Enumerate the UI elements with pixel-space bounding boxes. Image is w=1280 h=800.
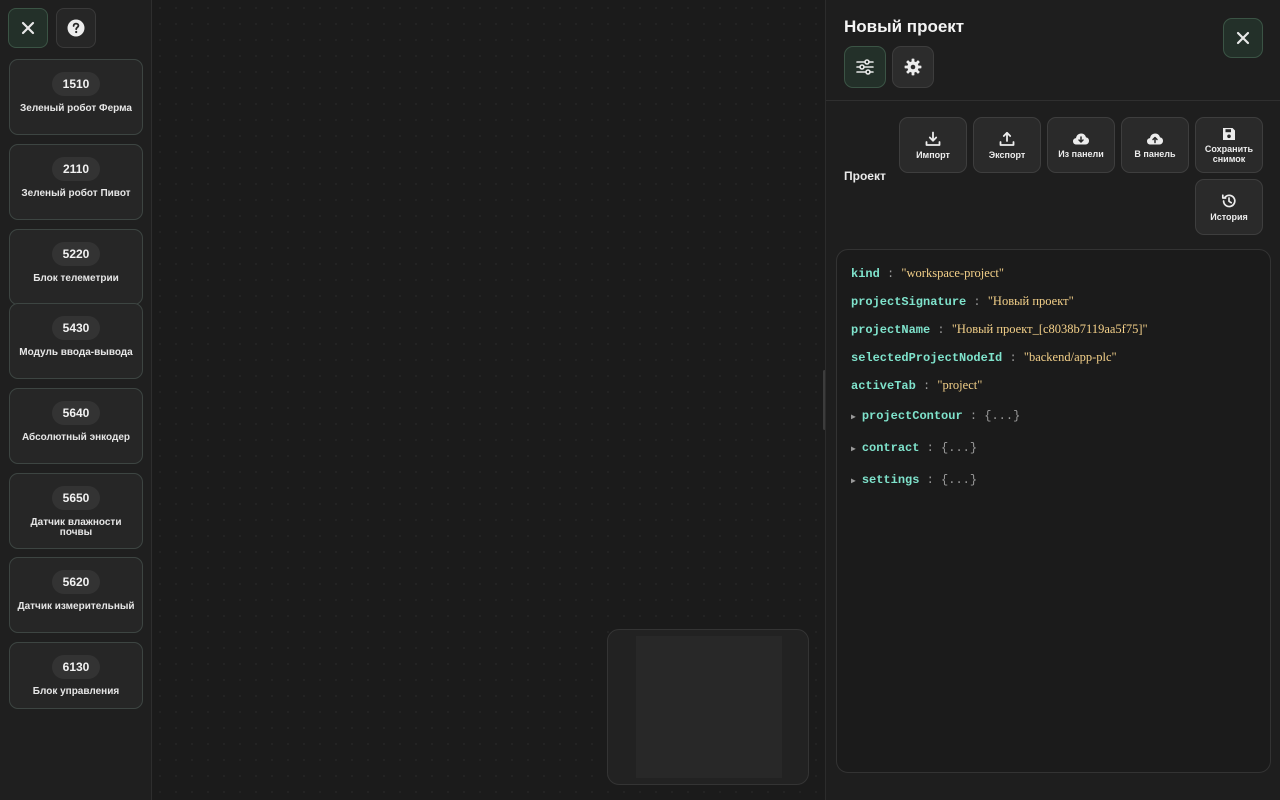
to-panel-label: В панель (1134, 148, 1176, 159)
json-row-kind: kind : "workspace-project" (851, 266, 1004, 281)
history-icon (1221, 193, 1236, 207)
node-palette-sidebar: 1510 Зеленый робот Ферма 2110 Зеленый ро… (0, 0, 152, 800)
node-label: Датчик измерительный (17, 601, 135, 612)
from-panel-label: Из панели (1058, 148, 1104, 159)
download-icon (925, 131, 941, 146)
project-json-viewer: kind : "workspace-project" projectSignat… (836, 249, 1271, 773)
floppy-disk-icon (1223, 127, 1235, 140)
close-sidebar-button[interactable] (8, 8, 48, 48)
json-row-settings[interactable]: ▶ settings : {...} (851, 473, 977, 487)
history-button[interactable]: История (1195, 179, 1263, 235)
node-label: Датчик влажности почвы (30, 517, 122, 538)
filters-button[interactable] (844, 46, 886, 88)
node-id-badge: 6130 (52, 655, 100, 679)
settings-button[interactable] (892, 46, 934, 88)
panel-title: Новый проект (844, 17, 965, 36)
expand-triangle-icon: ▶ (851, 413, 856, 422)
history-label: История (1210, 211, 1248, 222)
help-icon (67, 19, 85, 37)
node-card-5620[interactable]: 5620 Датчик измерительный (9, 557, 143, 633)
cloud-upload-icon (1147, 133, 1163, 144)
node-label: Абсолютный энкодер (21, 432, 131, 443)
node-label: Блок управления (32, 686, 120, 697)
node-card-5430[interactable]: 5430 Модуль ввода-вывода (9, 303, 143, 379)
node-id-badge: 2110 (52, 157, 100, 181)
export-button[interactable]: Экспорт (973, 117, 1041, 173)
json-row-project-signature: projectSignature : "Новый проект" (851, 294, 1074, 309)
json-row-project-contour[interactable]: ▶ projectContour : {...} (851, 409, 1020, 423)
cloud-download-icon (1073, 133, 1089, 144)
save-snapshot-label: Сохранить снимок (1204, 143, 1254, 164)
json-value: "Новый проект" (987, 294, 1074, 308)
node-label: Зеленый робот Пивот (21, 188, 131, 199)
node-card-6130[interactable]: 6130 Блок управления (9, 642, 143, 709)
close-icon (1236, 31, 1250, 45)
json-value: "backend/app-plc" (1023, 350, 1117, 364)
node-card-5220[interactable]: 5220 Блок телеметрии (9, 229, 143, 305)
json-collapsed-value: {...} (941, 441, 978, 455)
json-row-project-name: projectName : "Новый проект_[c8038b7119a… (851, 322, 1148, 337)
expand-triangle-icon: ▶ (851, 477, 856, 486)
json-key: projectSignature (851, 295, 967, 309)
json-row-contract[interactable]: ▶ contract : {...} (851, 441, 977, 455)
node-id-badge: 5650 (52, 486, 100, 510)
json-value: "project" (937, 378, 983, 392)
node-id-badge: 5220 (52, 242, 100, 266)
export-label: Экспорт (988, 149, 1026, 160)
from-panel-button[interactable]: Из панели (1047, 117, 1115, 173)
section-label-project: Проект (844, 169, 886, 183)
json-key: contract (861, 441, 920, 455)
upload-icon (999, 131, 1015, 146)
json-key: projectName (851, 323, 931, 337)
json-key: projectContour (861, 409, 963, 423)
save-snapshot-button[interactable]: Сохранить снимок (1195, 117, 1263, 173)
node-id-badge: 1510 (52, 72, 100, 96)
json-key: selectedProjectNodeId (851, 351, 1003, 365)
panel-header: Новый проект (826, 0, 1280, 101)
expand-triangle-icon: ▶ (851, 445, 856, 454)
close-panel-button[interactable] (1223, 18, 1263, 58)
json-value: "Новый проект_[c8038b7119aa5f75]" (951, 322, 1148, 336)
help-button[interactable] (56, 8, 96, 48)
node-card-5650[interactable]: 5650 Датчик влажности почвы (9, 473, 143, 549)
node-card-1510[interactable]: 1510 Зеленый робот Ферма (9, 59, 143, 135)
node-id-badge: 5640 (52, 401, 100, 425)
json-value: "workspace-project" (901, 266, 1004, 280)
to-panel-button[interactable]: В панель (1121, 117, 1189, 173)
node-label: Модуль ввода-вывода (19, 347, 133, 358)
import-label: Импорт (916, 149, 950, 160)
gear-icon (904, 58, 922, 76)
json-collapsed-value: {...} (984, 409, 1021, 423)
minimap-viewport[interactable] (636, 636, 782, 778)
workspace-canvas[interactable] (152, 0, 824, 800)
project-panel: Новый проект Проект Импорт Экспорт Из па… (825, 0, 1280, 800)
json-collapsed-value: {...} (941, 473, 978, 487)
sliders-icon (856, 59, 874, 75)
json-key: kind (851, 267, 880, 281)
node-card-2110[interactable]: 2110 Зеленый робот Пивот (9, 144, 143, 220)
node-card-5640[interactable]: 5640 Абсолютный энкодер (9, 388, 143, 464)
minimap[interactable] (607, 629, 809, 785)
json-row-selected-node: selectedProjectNodeId : "backend/app-plc… (851, 350, 1117, 365)
node-label: Зеленый робот Ферма (20, 103, 132, 114)
json-key: activeTab (851, 379, 916, 393)
import-button[interactable]: Импорт (899, 117, 967, 173)
close-icon (21, 21, 35, 35)
node-id-badge: 5430 (52, 316, 100, 340)
node-label: Блок телеметрии (33, 273, 119, 284)
node-id-badge: 5620 (52, 570, 100, 594)
json-key: settings (861, 473, 920, 487)
json-row-active-tab: activeTab : "project" (851, 378, 983, 393)
